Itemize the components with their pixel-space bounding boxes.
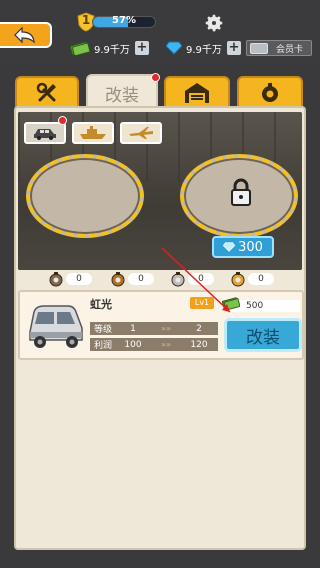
gem-display: 9.9千万 + [166,40,241,56]
unlock-cost: 300 [238,239,263,255]
vehicle-type-ship-button[interactable] [72,122,114,144]
gem-amount: 9.9千万 [186,44,222,56]
parts-inventory: 0 0 0 0 [42,270,282,288]
vip-label: 会员卡 [276,44,304,55]
vehicle-type-car-button[interactable] [24,122,66,144]
stat-next: 2 [196,323,202,334]
garage-slot-2-locked[interactable] [180,154,298,238]
part-item: 0 [170,270,214,288]
garage-view: 300 [18,112,302,270]
vehicle-card: 虹光 Lv1 等级 1 »» 2 利润 100 »» 120 500 改装 [18,290,304,360]
car-type-notification-dot [58,116,67,125]
cash-display: 9.9千万 + [70,40,149,56]
membership-card-icon [250,42,268,54]
tab-garage[interactable] [164,76,230,108]
part-gear-icon [49,272,63,287]
tab-tools[interactable] [15,76,79,108]
tab-modify-label: 改装 [105,85,139,106]
part-gear-icon [171,272,185,287]
modify-panel: 300 0 0 0 0 虹光 Lv1 等级 1 »» 2 利润 100 »» 1… [14,106,306,550]
modify-button-label: 改装 [246,327,280,348]
engine-part-icon [262,83,278,102]
stat-label: 利润 [94,341,113,351]
chevron-right-icon: »» [161,324,171,333]
part-count: 0 [128,273,154,285]
gear-icon[interactable] [203,12,225,34]
diamond-icon [223,242,236,252]
stat-label: 等级 [94,325,113,335]
tab-modify[interactable]: 改装 [86,74,158,110]
stat-current: 100 [124,339,142,350]
stat-row-profit: 利润 100 »» 120 [90,338,218,351]
part-count: 0 [66,273,92,285]
vip-card-button[interactable]: 会员卡 [246,40,312,56]
part-gear-icon [231,272,245,287]
vehicle-name: 虹光 [90,298,112,311]
part-count: 0 [248,273,274,285]
part-item: 0 [230,270,274,288]
part-gear-icon [111,272,125,287]
stat-next: 120 [190,339,208,350]
vehicle-type-plane-button[interactable] [120,122,162,144]
unlock-slot-button[interactable]: 300 [212,236,274,258]
part-count: 0 [188,273,214,285]
garage-icon [185,83,209,103]
xp-percent: 57% [112,15,136,26]
cash-icon [70,41,90,55]
back-button[interactable] [0,22,52,48]
part-item: 0 [110,270,154,288]
van-image [29,305,83,348]
tab-parts[interactable] [237,76,303,108]
ship-icon [80,126,106,139]
chevron-right-icon: »» [161,340,171,349]
add-gem-button[interactable]: + [226,41,241,55]
cash-amount: 9.9千万 [94,44,130,56]
cash-icon [222,297,240,310]
add-cash-button[interactable]: + [134,41,149,55]
lock-icon [231,178,251,206]
wrench-screwdriver-icon [36,82,56,102]
part-item: 0 [48,270,92,288]
garage-slot-1[interactable] [26,154,144,238]
top-hud: 1 57% 9.9千万 + 9.9千万 + 会员卡 [0,0,320,64]
stat-current: 1 [130,323,136,334]
tab-modify-notification-dot [151,73,160,82]
diamond-icon [166,41,182,55]
vehicle-level-badge: Lv1 [190,297,214,309]
back-arrow-icon [14,26,35,44]
plane-icon [129,127,153,139]
car-icon [34,129,56,140]
stat-row-level: 等级 1 »» 2 [90,322,218,335]
modify-button[interactable]: 改装 [224,318,302,352]
